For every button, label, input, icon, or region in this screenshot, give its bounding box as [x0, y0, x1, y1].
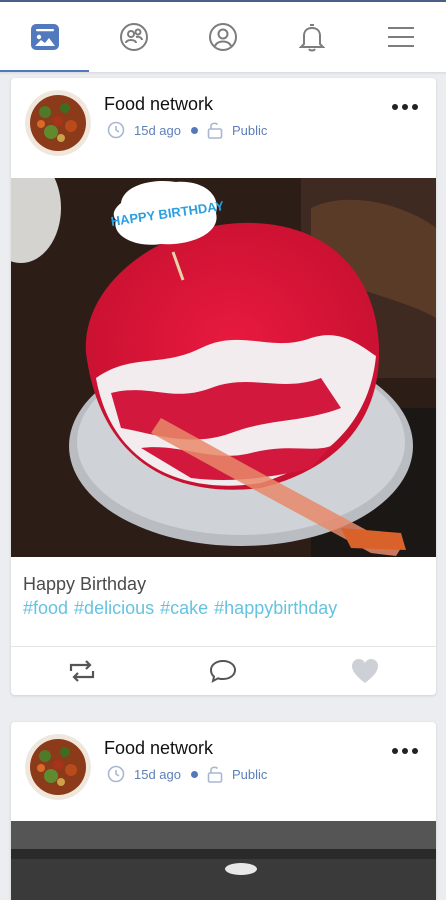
navbar-shadow — [0, 72, 446, 75]
hashtag-link[interactable]: #delicious — [74, 598, 154, 619]
more-dot — [392, 104, 398, 110]
more-dot — [402, 748, 408, 754]
like-heart-icon — [352, 659, 378, 683]
unlock-icon — [207, 766, 223, 783]
more-options-button[interactable] — [392, 104, 418, 110]
unlock-icon — [207, 122, 223, 139]
repost-button[interactable] — [62, 656, 102, 686]
post-privacy: Public — [232, 122, 268, 138]
more-dot — [412, 748, 418, 754]
clock-icon — [107, 121, 125, 139]
post-meta: 15d ago Public — [107, 764, 267, 784]
more-dot — [402, 104, 408, 110]
hashtag-link[interactable]: #happybirthday — [214, 598, 337, 619]
post-hashtags: #food #delicious #cake #happybirthday — [23, 598, 337, 619]
nav-tab-profile[interactable] — [178, 2, 267, 72]
repost-icon — [69, 660, 95, 682]
top-navigation-bar — [0, 2, 446, 73]
bell-icon — [298, 24, 325, 52]
hashtag-link[interactable]: #cake — [160, 598, 208, 619]
author-avatar[interactable] — [25, 90, 91, 156]
actions-divider — [11, 646, 436, 647]
like-button[interactable] — [345, 656, 385, 686]
comment-button[interactable] — [203, 656, 243, 686]
comment-icon — [209, 659, 237, 683]
nav-tab-menu[interactable] — [356, 2, 445, 72]
users-group-icon — [119, 23, 148, 51]
post-caption: Happy Birthday — [23, 574, 147, 594]
hashtag-link[interactable]: #food — [23, 598, 68, 619]
more-dot — [392, 748, 398, 754]
post-card: Food network 15d ago Public — [11, 78, 436, 695]
nav-tab-notifications[interactable] — [267, 2, 356, 72]
post-privacy: Public — [232, 766, 268, 782]
photo-feed-icon — [30, 24, 59, 50]
author-avatar[interactable] — [25, 734, 91, 800]
separator-dot — [191, 126, 198, 134]
nav-tab-feed[interactable] — [0, 2, 89, 72]
more-dot — [412, 104, 418, 110]
clock-icon — [107, 765, 125, 783]
post-time: 15d ago — [134, 122, 181, 138]
more-options-button[interactable] — [392, 748, 418, 754]
post-time: 15d ago — [134, 766, 181, 782]
post-author-name[interactable]: Food network — [104, 94, 213, 115]
hamburger-menu-icon — [387, 27, 414, 47]
separator-dot — [191, 770, 198, 778]
nav-tab-groups[interactable] — [89, 2, 178, 72]
post-author-name[interactable]: Food network — [104, 738, 213, 759]
post-meta: 15d ago Public — [107, 120, 267, 140]
post-image[interactable]: HAPPY BIRTHDAY — [11, 153, 436, 557]
post-image[interactable] — [11, 821, 436, 900]
post-card: Food network 15d ago Public — [11, 722, 436, 900]
profile-icon — [208, 23, 237, 51]
